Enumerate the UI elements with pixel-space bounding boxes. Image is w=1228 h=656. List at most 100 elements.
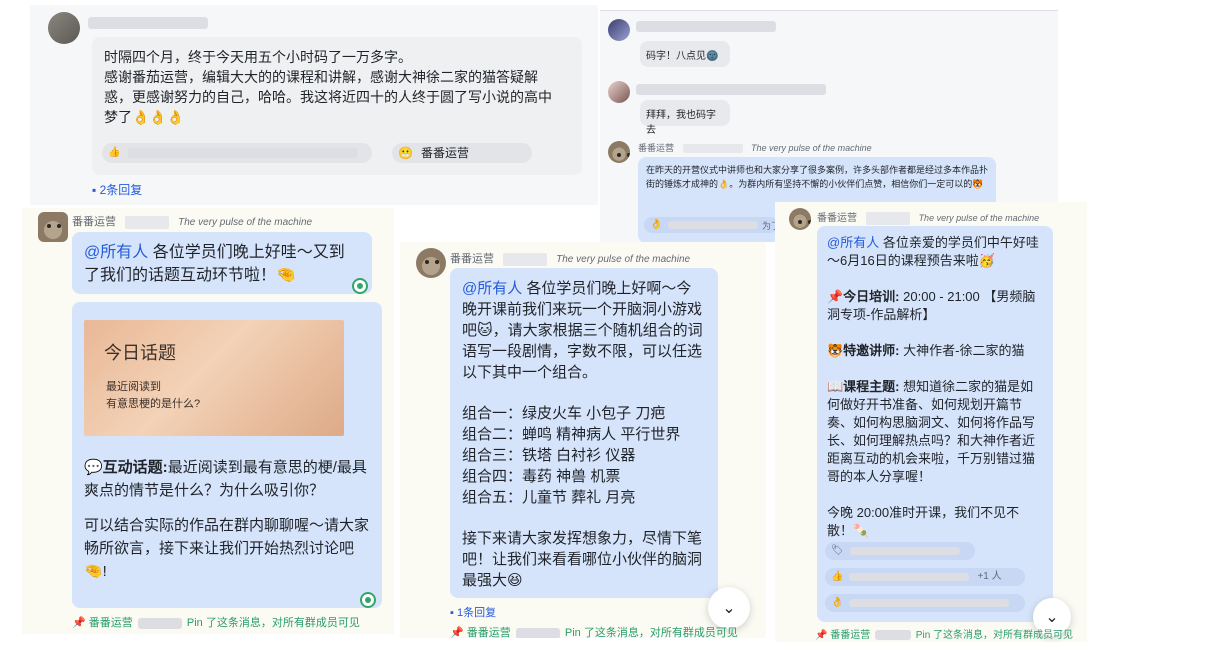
- topic-card-image[interactable]: 今日话题 最近阅读到 有意思梗的是什么?: [84, 320, 344, 436]
- message-line: 感谢番茄运营，编辑大大的的课程和讲解，感谢大神徐二家的猫答疑解: [104, 69, 538, 85]
- combo-list: 组合一：绿皮火车 小包子 刀疤 组合二：蝉鸣 精神病人 平行世界 组合三：铁塔 …: [462, 403, 706, 508]
- sender-slogan: The very pulse of the machine: [178, 217, 313, 228]
- intro-paragraph: @所有人 各位学员们晚上好啊～今晚开课前我们来玩一个开脑洞小游戏吧🐱，请大家根据…: [462, 278, 706, 383]
- reaction-chip[interactable]: 🏷: [825, 542, 975, 560]
- sender-slogan: The very pulse of the machine: [751, 143, 872, 153]
- pin-icon: 📌: [72, 617, 86, 629]
- message-bubble[interactable]: 拜拜，我也码字去: [640, 100, 730, 136]
- panel-right: 番番运营 The very pulse of the machine @所有人 …: [775, 202, 1087, 642]
- card-line: 有意思梗的是什么?: [106, 398, 201, 410]
- message-line: 时隔四个月，终于今天用五个小时码了一万多字。: [104, 49, 412, 65]
- message-text: 码字！八点见🌚: [646, 51, 719, 62]
- sender-name: [636, 21, 776, 32]
- scroll-to-bottom-button[interactable]: ⌄: [708, 587, 750, 629]
- pin-sender: 番番运营: [830, 630, 871, 641]
- reactor-name: 番番运营: [420, 146, 469, 160]
- reactors-names: [128, 148, 359, 158]
- ok-hand-icon: 👌: [650, 219, 663, 230]
- tag-emoji-icon: 🏷: [831, 545, 844, 556]
- message-bubble[interactable]: 时隔四个月，终于今天用五个小时码了一万多字。 感谢番茄运营，编辑大大的的课程和讲…: [92, 37, 582, 175]
- replies-count: 1条回复: [456, 607, 497, 619]
- read-status-icon: [360, 592, 376, 608]
- sender-line: 番番运营 The very pulse of the machine: [72, 213, 312, 229]
- role-tag: [503, 252, 548, 266]
- card-line: 最近阅读到: [106, 381, 161, 393]
- reply-icon: ▪: [92, 183, 97, 197]
- mention-all[interactable]: @所有人: [462, 280, 522, 297]
- training-label: 📌今日培训:: [827, 289, 900, 304]
- role-tag: [865, 211, 910, 225]
- reaction-chip[interactable]: 👍 +1 人: [825, 568, 1025, 586]
- message-bubble[interactable]: 今日话题 最近阅读到 有意思梗的是什么? 💬互动话题:最近阅读到最有意思的梗/最…: [72, 302, 382, 608]
- read-status-icon: [352, 278, 368, 294]
- message-bubble[interactable]: @所有人 各位学员们晚上好哇～又到了我们的话题互动环节啦！🤏: [72, 232, 372, 294]
- mention-all[interactable]: @所有人: [84, 244, 148, 261]
- combo-item: 组合二：蝉鸣 精神病人 平行世界: [462, 426, 681, 443]
- combo-item: 组合四：毒药 神兽 机票: [462, 468, 621, 485]
- bot-avatar[interactable]: [608, 141, 630, 163]
- teacher-paragraph: 🐯特邀讲师: 大神作者-徐二家的猫: [827, 342, 1043, 360]
- theme-paragraph: 📖课程主题: 想知道徐二家的猫是如何做好开书准备、如何规划开篇节奏、如何构思脑洞…: [827, 378, 1043, 486]
- pin-tag: [137, 617, 182, 629]
- pin-icon: 📌: [450, 627, 464, 638]
- combo-item: 组合一：绿皮火车 小包子 刀疤: [462, 405, 666, 422]
- user-avatar[interactable]: [608, 81, 630, 103]
- message-text: 在昨天的开营仪式中讲师也和大家分享了很多案例，许多头部作者都是经过多本作品扑街的…: [646, 165, 989, 189]
- bot-avatar[interactable]: [38, 212, 68, 242]
- pin-sender: 番番运营: [466, 627, 511, 638]
- pin-notice[interactable]: 📌 番番运营 Pin 了这条消息，对所有群成员可见: [815, 626, 1073, 641]
- message-line: 惑，更感谢努力的自己，哈哈。我这将近四十的人终于圆了写小说的高中: [104, 89, 552, 105]
- mention-all[interactable]: @所有人: [827, 235, 879, 250]
- topic-label: 💬互动话题:: [84, 459, 168, 476]
- card-title: 今日话题: [104, 343, 176, 363]
- message-text: 拜拜，我也码字去: [646, 110, 716, 136]
- bot-avatar[interactable]: [416, 248, 446, 278]
- theme-label: 📖课程主题:: [827, 379, 900, 394]
- combo-item: 组合五：儿童节 葬礼 月亮: [462, 489, 636, 506]
- closing-text: 今晚 20:00准时开课，我们不见不散！🍡: [827, 505, 1020, 538]
- message-bubble[interactable]: 码字！八点见🌚: [640, 41, 730, 67]
- pin-notice[interactable]: 📌 番番运营 Pin 了这条消息，对所有群成员可见: [450, 624, 738, 638]
- panel-mid: 番番运营 The very pulse of the machine @所有人 …: [400, 242, 766, 638]
- outro-text: 接下来请大家发挥想象力，尽情下笔吧！让我们来看看哪位小伙伴的脑洞最强大😆: [462, 530, 703, 589]
- role-tag: [682, 144, 743, 154]
- replies-link[interactable]: ▪ 2条回复: [92, 181, 142, 198]
- closing-text: 可以结合实际的作品在群内聊聊喔～请大家畅所欲言，接下来让我们开始热烈讨论吧🤏!: [84, 517, 370, 580]
- sender-line: 番番运营 The very pulse of the machine: [450, 250, 690, 266]
- message-bubble[interactable]: @所有人 各位学员们晚上好啊～今晚开课前我们来玩一个开脑洞小游戏吧🐱，请大家根据…: [450, 268, 718, 598]
- teacher-text: 大神作者-徐二家的猫: [899, 343, 1025, 358]
- panel-left: 番番运营 The very pulse of the machine @所有人 …: [22, 208, 394, 634]
- sender-line: 番番运营 The very pulse of the machine: [817, 209, 1039, 225]
- sender-slogan: The very pulse of the machine: [918, 213, 1040, 223]
- pin-notice[interactable]: 📌 番番运营 Pin 了这条消息，对所有群成员可见: [72, 614, 360, 630]
- user-avatar[interactable]: [608, 19, 630, 41]
- reactors-names: [849, 573, 970, 581]
- pin-tag: [875, 630, 912, 641]
- message-line: 梦了👌👌👌: [104, 109, 185, 125]
- sender-name: 番番运营: [638, 143, 675, 153]
- thumbs-up-icon: 👍: [831, 571, 844, 582]
- reactors-names: [849, 599, 1010, 607]
- reactors-names: [668, 221, 759, 229]
- user-avatar[interactable]: [48, 12, 80, 44]
- replies-link[interactable]: ▪ 1条回复: [450, 604, 496, 620]
- sender-name: 番番运营: [450, 253, 494, 265]
- chevrons-down-icon: ⌄: [1045, 609, 1059, 626]
- reaction-chip[interactable]: 😬 番番运营: [392, 143, 532, 163]
- reaction-thumb-chip[interactable]: 👍: [102, 143, 372, 163]
- replies-count: 2条回复: [99, 183, 143, 197]
- grin-emoji-icon: 😬: [398, 146, 413, 160]
- reaction-chip[interactable]: 👌: [825, 594, 1025, 612]
- theme-text: 想知道徐二家的猫是如何做好开书准备、如何规划开篇节奏、如何构思脑洞文、如何将作品…: [827, 379, 1036, 484]
- message-bubble[interactable]: @所有人 各位亲爱的学员们中午好哇～6月16日的课程预告来啦🥳 📌今日培训: 2…: [817, 226, 1053, 622]
- role-tag: [125, 215, 170, 229]
- reactors-names: [849, 547, 960, 555]
- sender-name: 番番运营: [817, 213, 857, 224]
- intro-paragraph: @所有人 各位亲爱的学员们中午好哇～6月16日的课程预告来啦🥳: [827, 234, 1043, 270]
- bot-avatar[interactable]: [789, 208, 811, 230]
- thumbs-up-icon: 👍: [108, 147, 121, 158]
- ok-hand-icon: 👌: [831, 597, 844, 608]
- pin-text: Pin 了这条消息，对所有群成员可见: [186, 617, 360, 629]
- reaction-chip[interactable]: 👌: [644, 217, 778, 233]
- panel-top-left: 时隔四个月，终于今天用五个小时码了一万多字。 感谢番茄运营，编辑大大的的课程和讲…: [30, 5, 598, 205]
